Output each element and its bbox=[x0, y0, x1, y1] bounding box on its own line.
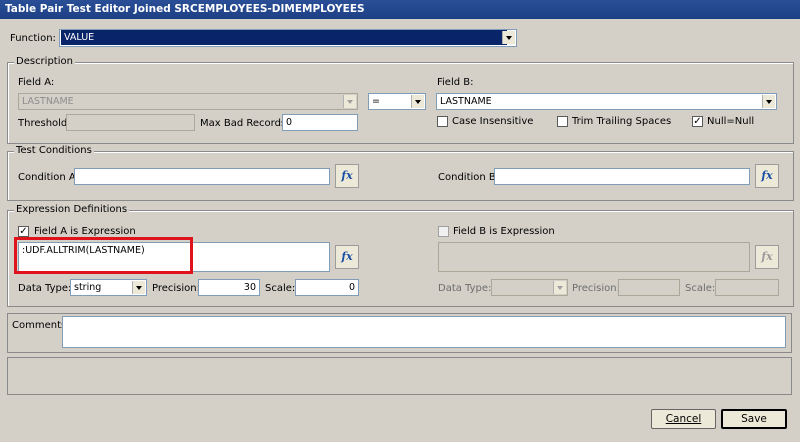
chevron-down-icon bbox=[343, 95, 356, 108]
data-type-b-label: Data Type: bbox=[438, 283, 492, 294]
cancel-button-label: Cancel bbox=[665, 413, 702, 425]
condition-b-label: Condition B: bbox=[438, 172, 500, 183]
condition-a-input[interactable] bbox=[74, 168, 330, 185]
field-a-select[interactable]: LASTNAME bbox=[18, 93, 358, 110]
field-b-value: LASTNAME bbox=[440, 96, 492, 107]
field-a-expression-fx-button[interactable]: fx bbox=[335, 245, 359, 269]
field-b-expression-input[interactable] bbox=[438, 242, 750, 272]
data-type-a-select[interactable]: string bbox=[70, 279, 147, 296]
field-b-expression-fx-button[interactable]: fx bbox=[755, 245, 779, 269]
data-type-a-value: string bbox=[74, 282, 102, 293]
comments-input[interactable] bbox=[62, 316, 786, 348]
fx-function-icon: fx bbox=[341, 169, 353, 182]
max-bad-records-value: 0 bbox=[286, 117, 293, 128]
field-b-is-expression-label: Field B is Expression bbox=[453, 226, 555, 237]
null-equals-null-label: Null=Null bbox=[707, 116, 755, 127]
chevron-down-icon bbox=[411, 95, 424, 108]
data-type-b-select[interactable] bbox=[491, 279, 568, 296]
fx-function-icon: fx bbox=[341, 250, 353, 263]
field-b-select[interactable]: LASTNAME bbox=[436, 93, 777, 110]
trim-trailing-spaces-checkbox[interactable] bbox=[557, 116, 568, 127]
checkmark-icon: ✓ bbox=[19, 226, 28, 237]
condition-a-label: Condition A: bbox=[18, 172, 79, 183]
chevron-down-icon bbox=[132, 281, 145, 294]
window-title-bar[interactable]: Table Pair Test Editor Joined SRCEMPLOYE… bbox=[0, 0, 800, 19]
condition-b-fx-button[interactable]: fx bbox=[755, 164, 779, 188]
precision-b-label: Precision: bbox=[572, 283, 620, 294]
data-type-a-label: Data Type: bbox=[18, 283, 72, 294]
scale-a-label: Scale: bbox=[265, 283, 296, 294]
precision-a-value: 30 bbox=[243, 282, 256, 293]
trim-trailing-spaces-label: Trim Trailing Spaces bbox=[572, 116, 672, 127]
field-b-is-expression-checkbox[interactable] bbox=[438, 226, 449, 237]
cancel-button[interactable]: Cancel bbox=[651, 409, 716, 429]
test-conditions-group-title: Test Conditions bbox=[14, 145, 94, 156]
function-select[interactable]: VALUE bbox=[59, 29, 517, 47]
description-group-title: Description bbox=[14, 56, 75, 67]
field-a-label: Field A: bbox=[18, 77, 55, 88]
scale-b-label: Scale: bbox=[685, 283, 716, 294]
precision-b-input[interactable] bbox=[618, 279, 680, 296]
max-bad-records-input[interactable]: 0 bbox=[282, 114, 358, 131]
condition-a-fx-button[interactable]: fx bbox=[335, 164, 359, 188]
field-a-is-expression-checkbox[interactable]: ✓ bbox=[18, 226, 29, 237]
operator-value: = bbox=[372, 96, 380, 107]
comments-label: Comments: bbox=[12, 320, 70, 331]
save-button-label: Save bbox=[741, 413, 767, 425]
threshold-label: Threshold: bbox=[18, 118, 71, 129]
scale-a-input[interactable]: 0 bbox=[295, 279, 359, 296]
fx-function-icon: fx bbox=[761, 169, 773, 182]
scale-a-value: 0 bbox=[348, 282, 355, 293]
chevron-down-icon bbox=[553, 281, 566, 294]
case-insensitive-label: Case Insensitive bbox=[452, 116, 534, 127]
highlight-box bbox=[14, 237, 193, 274]
chevron-down-icon bbox=[502, 31, 515, 44]
field-b-label: Field B: bbox=[437, 77, 474, 88]
window-title: Table Pair Test Editor Joined SRCEMPLOYE… bbox=[5, 3, 365, 15]
case-insensitive-checkbox[interactable] bbox=[437, 116, 448, 127]
fx-function-icon: fx bbox=[761, 250, 773, 263]
max-bad-records-label: Max Bad Records: bbox=[200, 118, 290, 129]
precision-a-label: Precision: bbox=[152, 283, 200, 294]
operator-select[interactable]: = bbox=[368, 93, 426, 110]
function-label: Function: bbox=[10, 33, 56, 44]
precision-a-input[interactable]: 30 bbox=[198, 279, 260, 296]
condition-b-input[interactable] bbox=[494, 168, 750, 185]
scale-b-input[interactable] bbox=[715, 279, 779, 296]
checkmark-icon: ✓ bbox=[693, 116, 702, 127]
function-selected-value: VALUE bbox=[61, 30, 507, 45]
field-a-is-expression-label: Field A is Expression bbox=[34, 226, 136, 237]
field-a-value: LASTNAME bbox=[22, 96, 74, 107]
chevron-down-icon bbox=[762, 95, 775, 108]
null-equals-null-checkbox[interactable]: ✓ bbox=[692, 116, 703, 127]
status-panel bbox=[7, 357, 792, 395]
expression-definitions-group-title: Expression Definitions bbox=[14, 204, 130, 215]
save-button[interactable]: Save bbox=[721, 409, 787, 429]
threshold-input[interactable] bbox=[66, 114, 195, 131]
